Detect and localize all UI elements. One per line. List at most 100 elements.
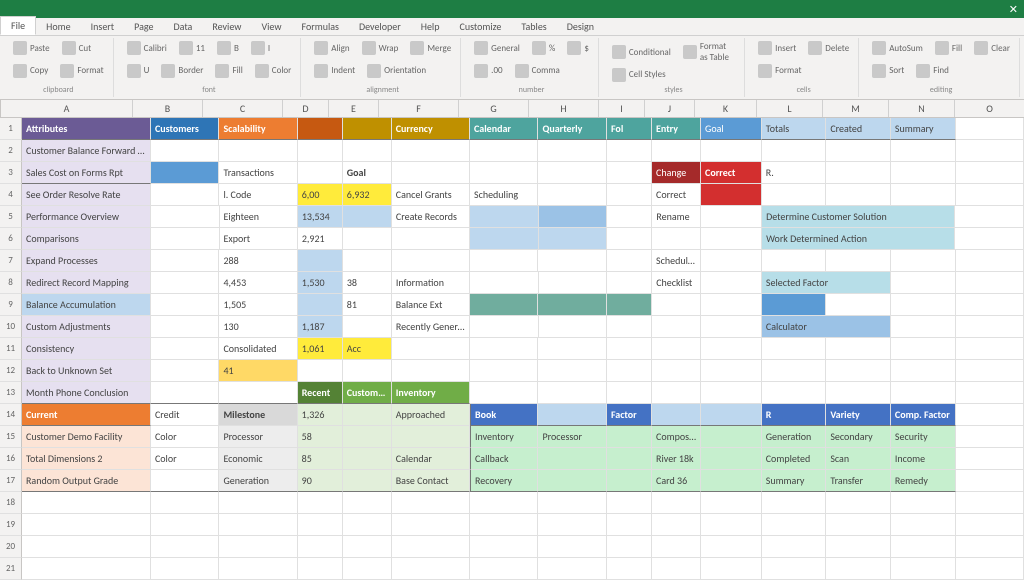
cell-A12[interactable]: Back to Unknown Set [22, 360, 151, 382]
cell-K11[interactable] [701, 338, 762, 360]
cell-L18[interactable] [762, 492, 827, 514]
col-header-E[interactable]: E [329, 100, 379, 117]
ribbon-cmd-fill[interactable]: Fill [932, 40, 965, 56]
cell-B19[interactable] [151, 514, 219, 536]
cell-O13[interactable] [956, 382, 1024, 404]
cell-I10[interactable] [607, 316, 652, 338]
cell-D8[interactable]: 1,530 [298, 272, 343, 294]
ribbon-tab-home[interactable]: Home [36, 18, 80, 35]
ribbon-cmd-calibri[interactable]: Calibri [124, 40, 170, 56]
cell-G17[interactable]: Recovery [470, 470, 539, 492]
cell-G4[interactable]: Scheduling [470, 184, 538, 206]
cell-C11[interactable]: Consolidated [219, 338, 297, 360]
cell-M21[interactable] [826, 558, 891, 580]
cell-I1[interactable]: Fol [607, 118, 652, 140]
cell-O2[interactable] [956, 140, 1024, 162]
ribbon-cmd-format[interactable]: Format [57, 63, 106, 79]
cell-B16[interactable]: Color [151, 448, 219, 470]
row-header-19[interactable]: 19 [0, 514, 22, 536]
cell-O20[interactable] [956, 536, 1024, 558]
ribbon-cmd-b[interactable]: B [214, 40, 242, 56]
ribbon-tab-insert[interactable]: Insert [81, 18, 125, 35]
cell-O6[interactable] [955, 228, 1024, 250]
cell-F12[interactable] [392, 360, 470, 382]
cell-N7[interactable] [891, 250, 956, 272]
cell-K5[interactable] [701, 206, 762, 228]
cell-I8[interactable] [607, 272, 652, 294]
col-header-A[interactable]: A [1, 100, 133, 117]
cell-M9[interactable] [826, 294, 891, 316]
cell-O9[interactable] [956, 294, 1024, 316]
cell-F9[interactable]: Balance Ext [392, 294, 470, 316]
cell-O19[interactable] [956, 514, 1024, 536]
cell-A21[interactable] [22, 558, 151, 580]
cell-F19[interactable] [392, 514, 470, 536]
col-header-N[interactable]: N [889, 100, 955, 117]
cell-N3[interactable] [891, 162, 956, 184]
cell-H4[interactable] [538, 184, 606, 206]
cell-K20[interactable] [701, 536, 762, 558]
cell-B20[interactable] [151, 536, 219, 558]
cell-C1[interactable]: Scalability [219, 118, 297, 140]
cell-H13[interactable] [538, 382, 606, 404]
ribbon-cmd-format[interactable]: Format [755, 63, 804, 79]
ribbon-cmd-clear[interactable]: Clear [971, 40, 1013, 56]
col-header-C[interactable]: C [203, 100, 283, 117]
cell-C9[interactable]: 1,505 [219, 294, 297, 316]
cell-J21[interactable] [652, 558, 701, 580]
cell-E7[interactable] [343, 250, 392, 272]
cell-F3[interactable] [392, 162, 470, 184]
ribbon-tab-review[interactable]: Review [202, 18, 251, 35]
row-header-2[interactable]: 2 [0, 140, 22, 162]
cell-N21[interactable] [891, 558, 956, 580]
cell-L8[interactable]: Selected Factor [762, 272, 891, 294]
cell-J18[interactable] [652, 492, 701, 514]
cell-C18[interactable] [219, 492, 297, 514]
cell-D18[interactable] [298, 492, 343, 514]
cell-O10[interactable] [956, 316, 1024, 338]
cell-N13[interactable] [891, 382, 956, 404]
col-header-L[interactable]: L [757, 100, 823, 117]
ribbon-cmd-autosum[interactable]: AutoSum [869, 40, 926, 56]
cell-H10[interactable] [539, 316, 608, 338]
cell-C10[interactable]: 130 [219, 316, 297, 338]
ribbon-cmd--[interactable]: % [529, 40, 558, 56]
ribbon-tab-customize[interactable]: Customize [449, 18, 511, 35]
cell-J11[interactable] [652, 338, 701, 360]
cell-J20[interactable] [652, 536, 701, 558]
cell-K17[interactable] [701, 470, 762, 492]
ribbon-tab-page[interactable]: Page [124, 18, 163, 35]
cell-H6[interactable] [539, 228, 608, 250]
cell-M7[interactable] [826, 250, 891, 272]
cell-L7[interactable] [762, 250, 827, 272]
cell-J6[interactable] [652, 228, 701, 250]
cell-I17[interactable] [607, 470, 652, 492]
cell-D3[interactable] [298, 162, 343, 184]
cell-E12[interactable] [343, 360, 392, 382]
ribbon-tab-design[interactable]: Design [557, 18, 604, 35]
cell-I9[interactable] [607, 294, 652, 316]
cell-E8[interactable]: 38 [343, 272, 392, 294]
ribbon-cmd-conditional[interactable]: Conditional [609, 44, 674, 60]
cell-F2[interactable] [392, 140, 470, 162]
cell-D9[interactable] [298, 294, 343, 316]
cell-B12[interactable] [151, 360, 219, 382]
cell-H7[interactable] [538, 250, 606, 272]
cell-G16[interactable]: Callback [470, 448, 539, 470]
cell-A10[interactable]: Custom Adjustments [22, 316, 151, 338]
cell-D2[interactable] [298, 140, 343, 162]
ribbon-cmd-cut[interactable]: Cut [59, 40, 95, 56]
cell-F13[interactable]: Inventory [392, 382, 470, 404]
cell-E18[interactable] [343, 492, 392, 514]
cell-A17[interactable]: Random Output Grade [22, 470, 151, 492]
cell-G2[interactable] [470, 140, 538, 162]
cell-N12[interactable] [891, 360, 956, 382]
ribbon-cmd-orientation[interactable]: Orientation [364, 63, 429, 79]
cell-L21[interactable] [762, 558, 827, 580]
cell-C12[interactable]: 41 [219, 360, 297, 382]
cell-A2[interactable]: Customer Balance Forward 5005 [22, 140, 151, 162]
cell-D20[interactable] [298, 536, 343, 558]
cell-K13[interactable] [701, 382, 762, 404]
cell-E14[interactable] [343, 404, 392, 426]
row-header-14[interactable]: 14 [0, 404, 22, 426]
